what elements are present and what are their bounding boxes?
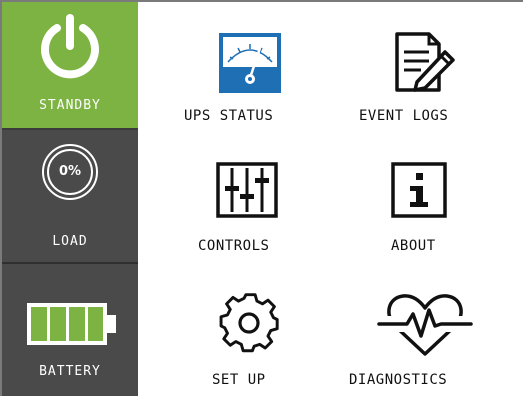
sidebar-item-label: LOAD: [52, 234, 88, 249]
sidebar-item-label: BATTERY: [39, 364, 101, 379]
menu-item-controls[interactable]: CONTROLS: [190, 158, 320, 258]
sidebar: STANDBY 0% LOAD BATTERY: [2, 2, 138, 396]
menu-item-label: ABOUT: [391, 238, 436, 254]
sidebar-item-load[interactable]: 0% LOAD: [2, 132, 138, 264]
sidebar-item-label: STANDBY: [39, 98, 101, 113]
sidebar-item-battery[interactable]: BATTERY: [2, 266, 138, 396]
battery-icon: [27, 303, 116, 345]
menu-item-label: UPS STATUS: [184, 108, 274, 124]
heartbeat-icon: [377, 294, 473, 356]
menu-item-set-up[interactable]: SET UP: [200, 286, 310, 390]
menu-item-label: DIAGNOSTICS: [349, 372, 448, 388]
power-icon: [41, 14, 99, 79]
menu-item-label: SET UP: [212, 372, 266, 388]
menu-item-ups-status[interactable]: UPS STATUS: [170, 28, 330, 128]
document-edit-icon: [395, 32, 455, 92]
menu-item-diagnostics[interactable]: DIAGNOSTICS: [345, 286, 505, 390]
meter-icon: [219, 33, 281, 93]
menu-item-event-logs[interactable]: EVENT LOGS: [345, 28, 505, 128]
sidebar-item-standby[interactable]: STANDBY: [2, 2, 138, 130]
gear-icon: [219, 293, 279, 353]
info-icon: [391, 162, 447, 218]
load-value: 0%: [58, 164, 82, 179]
menu-item-label: CONTROLS: [198, 238, 270, 254]
menu-item-label: EVENT LOGS: [359, 108, 449, 124]
sliders-icon: [216, 162, 278, 218]
menu-item-about[interactable]: ABOUT: [365, 158, 495, 258]
